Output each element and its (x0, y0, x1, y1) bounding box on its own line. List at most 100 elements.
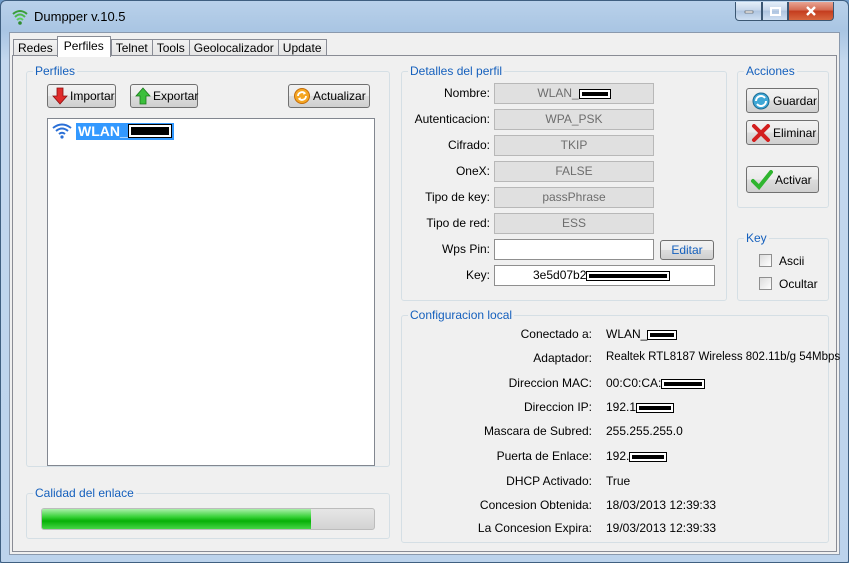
perfiles-tab-page: Perfiles Importar Exportar Actualizar WL… (12, 55, 840, 552)
cifrado-value: TKIP (494, 135, 654, 156)
mascara-value: 255.255.255.0 (606, 424, 683, 438)
nombre-label: Nombre: (443, 86, 490, 100)
nombre-text: WLAN_ (537, 86, 579, 100)
expira-value: 19/03/2013 12:39:33 (606, 521, 717, 535)
redaction-mark (661, 378, 706, 389)
config-group-label: Configuracion local (408, 308, 515, 322)
key-group: Key Ascii Ocultar (737, 231, 829, 301)
redaction-mark (127, 124, 172, 138)
puerta-label: Puerta de Enlace: (496, 449, 592, 463)
tipo-red-value: ESS (494, 213, 654, 234)
adaptador-label: Adaptador: (533, 351, 592, 365)
puerta-text: 192. (606, 449, 630, 463)
perfiles-group-label: Perfiles (33, 64, 78, 78)
app-window: Dumpper v.10.5 Redes Perfiles Telnet Too… (0, 0, 849, 563)
edit-button[interactable]: Editar (660, 240, 714, 260)
save-button[interactable]: Guardar (746, 88, 819, 113)
list-item[interactable]: WLAN_ (52, 122, 174, 140)
tab-perfiles[interactable]: Perfiles (56, 36, 111, 57)
dhcp-label: DHCP Activado: (506, 474, 592, 488)
redaction-mark (647, 329, 678, 340)
detalles-group-label: Detalles del perfil (408, 64, 505, 78)
refresh-button[interactable]: Actualizar (288, 84, 370, 108)
calidad-group: Calidad del enlace (26, 486, 390, 539)
ascii-checkbox[interactable] (759, 254, 772, 267)
puerta-value: 192. (606, 449, 668, 463)
activate-label: Activar (775, 172, 812, 187)
mac-value: 00:C0:CA: (606, 376, 706, 390)
window-title: Dumpper v.10.5 (34, 9, 126, 24)
autenticacion-value: WPA_PSK (494, 109, 654, 130)
acciones-group: Acciones Guardar Eliminar Activar (737, 64, 829, 208)
autenticacion-label: Autenticacion: (414, 112, 490, 126)
calidad-group-label: Calidad del enlace (33, 486, 136, 500)
redaction-mark (629, 451, 668, 462)
tipo-key-value: passPhrase (494, 187, 654, 208)
close-icon (806, 6, 816, 16)
perfiles-group: Perfiles Importar Exportar Actualizar WL… (26, 64, 390, 467)
onex-value: FALSE (494, 161, 654, 182)
detalles-group: Detalles del perfil Nombre: WLAN_ Autent… (401, 64, 727, 301)
mascara-label: Mascara de Subred: (483, 424, 592, 438)
redaction-mark (586, 270, 671, 281)
key-text: 3e5d07b2 (533, 268, 587, 282)
import-button[interactable]: Importar (47, 84, 116, 108)
close-button[interactable] (788, 2, 834, 21)
tab-strip: Redes Perfiles Telnet Tools Geolocalizad… (13, 36, 327, 57)
wps-pin-input[interactable] (494, 239, 654, 260)
profiles-list[interactable]: WLAN_ (47, 118, 375, 466)
refresh-label: Actualizar (313, 89, 366, 103)
key-input[interactable]: 3e5d07b2 (494, 265, 715, 286)
red-down-arrow-icon (52, 87, 68, 105)
save-icon (752, 92, 770, 109)
redaction-mark (636, 402, 675, 413)
key-label: Key: (465, 268, 490, 282)
tipo-red-label: Tipo de red: (426, 216, 490, 230)
title-bar[interactable]: Dumpper v.10.5 (1, 1, 848, 33)
minimize-button[interactable] (735, 2, 762, 21)
ocultar-checkbox[interactable] (759, 277, 772, 290)
dhcp-value: True (606, 474, 631, 488)
expira-label: La Concesion Expira: (477, 521, 592, 535)
client-area: Redes Perfiles Telnet Tools Geolocalizad… (9, 32, 840, 555)
list-item-selected: WLAN_ (76, 122, 174, 140)
export-button[interactable]: Exportar (130, 84, 198, 108)
signal-quality-bar (41, 508, 375, 530)
obtenida-label: Concesion Obtenida: (479, 498, 592, 512)
config-group: Configuracion local Conectado a: WLAN_ A… (401, 308, 840, 543)
ip-label: Direccion IP: (523, 400, 592, 414)
wifi-icon (52, 123, 72, 139)
conectado-text: WLAN_ (606, 327, 648, 341)
green-up-arrow-icon (135, 87, 151, 105)
delete-button[interactable]: Eliminar (746, 120, 819, 145)
tipo-key-label: Tipo de key: (425, 190, 490, 204)
mac-text: 00:C0:CA: (606, 376, 662, 390)
refresh-icon (294, 88, 310, 104)
redaction-mark (578, 88, 611, 99)
adaptador-value: Realtek RTL8187 Wireless 802.11b/g 54Mbp… (606, 351, 841, 363)
profile-name: WLAN_ (78, 122, 128, 139)
import-label: Importar (70, 89, 115, 103)
activate-button[interactable]: Activar (746, 166, 819, 193)
wps-pin-label: Wps Pin: (441, 242, 490, 256)
conectado-label: Conectado a: (520, 327, 592, 341)
onex-label: OneX: (455, 164, 490, 178)
key-group-label: Key (744, 231, 769, 245)
mac-label: Direccion MAC: (508, 376, 592, 390)
acciones-group-label: Acciones (744, 64, 797, 78)
delete-label: Eliminar (773, 125, 817, 140)
green-check-icon (751, 169, 773, 190)
minimize-icon (744, 10, 753, 14)
maximize-icon (769, 6, 781, 16)
conectado-value: WLAN_ (606, 327, 678, 341)
wifi-signal-icon (12, 10, 28, 25)
nombre-value: WLAN_ (494, 83, 654, 104)
save-label: Guardar (773, 93, 818, 108)
ascii-label: Ascii (779, 254, 805, 268)
ip-value: 192.1 (606, 400, 675, 414)
signal-quality-fill (42, 509, 311, 529)
maximize-button[interactable] (762, 2, 788, 21)
red-x-icon (752, 123, 770, 142)
ocultar-label: Ocultar (779, 277, 818, 291)
obtenida-value: 18/03/2013 12:39:33 (606, 498, 717, 512)
